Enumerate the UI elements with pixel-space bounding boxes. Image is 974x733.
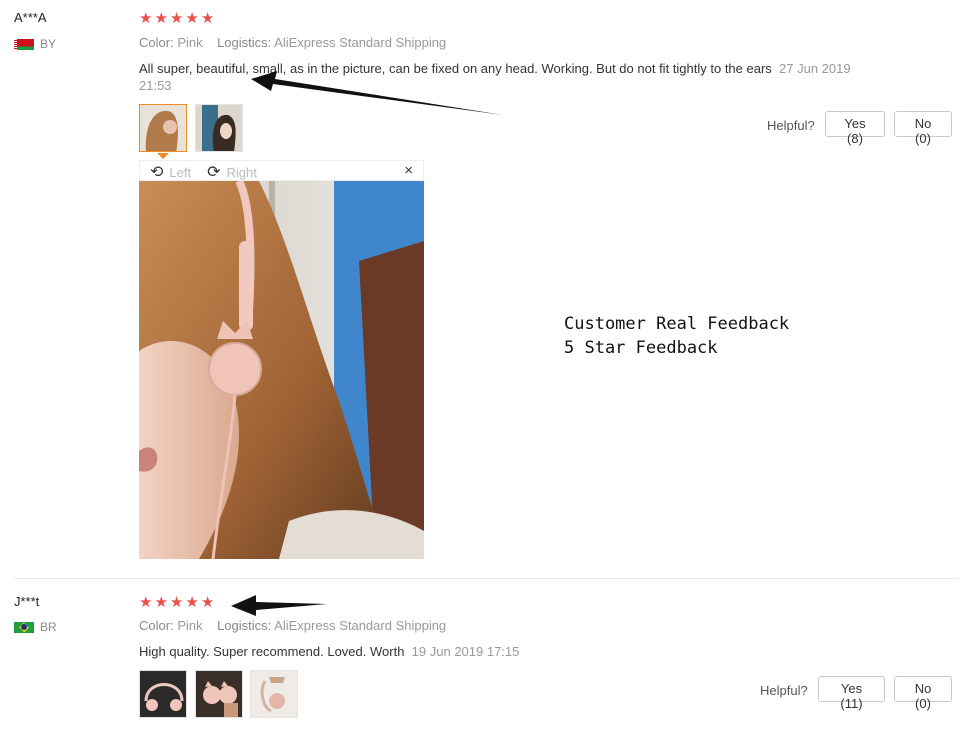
helpful-label: Helpful?	[760, 683, 808, 698]
pointer-arrow-icon	[251, 71, 503, 115]
color-value: Pink	[177, 35, 203, 50]
order-info: Color: Pink Logistics: AliExpress Standa…	[139, 618, 446, 633]
helpful-no-button[interactable]: No (0)	[894, 111, 952, 146]
reviewer-name: J***t	[14, 594, 40, 609]
star-icon: ★	[139, 10, 153, 27]
photo-viewer-toolbar: ⟲ Left ⟳ Right ×	[139, 160, 424, 181]
review-text: High quality. Super recommend. Loved. Wo…	[139, 644, 405, 659]
country-code: BR	[40, 620, 57, 634]
color-label: Color:	[139, 618, 174, 633]
order-info: Color: Pink Logistics: AliExpress Standa…	[139, 35, 446, 50]
rotate-left-icon[interactable]: ⟲	[150, 162, 163, 182]
active-thumb-pointer	[157, 153, 169, 159]
rotate-left-label[interactable]: Left	[169, 165, 191, 180]
review-text-block: High quality. Super recommend. Loved. Wo…	[139, 643, 859, 660]
star-icon: ★	[169, 10, 184, 27]
star-icon: ★	[169, 594, 184, 611]
logistics-label: Logistics:	[217, 618, 272, 633]
color-label: Color:	[139, 35, 174, 50]
color-value: Pink	[177, 618, 203, 633]
rotate-right-label[interactable]: Right	[227, 165, 257, 180]
reviewer-name: A***A	[14, 10, 47, 25]
caption-line-2: 5 Star Feedback	[564, 338, 718, 358]
star-icon: ★	[200, 594, 215, 611]
belarus-flag-icon	[14, 38, 34, 50]
star-icon: ★	[139, 594, 153, 611]
close-icon[interactable]: ×	[404, 162, 413, 179]
star-icon: ★	[200, 10, 215, 27]
helpful-yes-button[interactable]: Yes (8)	[825, 111, 885, 146]
review-photo-thumb[interactable]	[250, 670, 298, 718]
review-photo-thumb[interactable]	[195, 670, 243, 718]
logistics-label: Logistics:	[217, 35, 272, 50]
review-divider	[14, 578, 958, 579]
country-code: BY	[40, 37, 57, 51]
review-photo-thumb[interactable]	[195, 104, 243, 152]
reviewer-country: BR	[14, 620, 57, 634]
logistics-value: AliExpress Standard Shipping	[274, 35, 447, 50]
helpful-label: Helpful?	[767, 118, 815, 133]
star-icon: ★	[154, 10, 168, 27]
review-date: 19 Jun 2019 17:15	[411, 644, 520, 659]
feedback-caption: Customer Real Feedback 5 Star Feedback	[564, 312, 789, 360]
star-rating: ★ ★ ★ ★ ★	[139, 595, 214, 610]
photo-illustration	[139, 181, 424, 559]
star-icon: ★	[154, 594, 168, 611]
logistics-value: AliExpress Standard Shipping	[274, 618, 447, 633]
rotate-right-icon[interactable]: ⟳	[207, 162, 220, 182]
helpful-no-button[interactable]: No (0)	[894, 676, 952, 711]
star-rating: ★ ★ ★ ★ ★	[139, 11, 214, 26]
review-photo-thumb[interactable]	[139, 670, 187, 718]
star-icon: ★	[185, 10, 199, 27]
caption-line-1: Customer Real Feedback	[564, 314, 790, 334]
brazil-flag-icon	[14, 621, 34, 633]
review-photo-thumb[interactable]	[139, 104, 187, 152]
helpful-yes-button[interactable]: Yes (11)	[818, 676, 885, 711]
star-icon: ★	[185, 594, 199, 611]
review-photo-large	[139, 181, 424, 559]
pointer-arrow-icon	[231, 595, 327, 616]
reviewer-country: BY	[14, 37, 56, 51]
